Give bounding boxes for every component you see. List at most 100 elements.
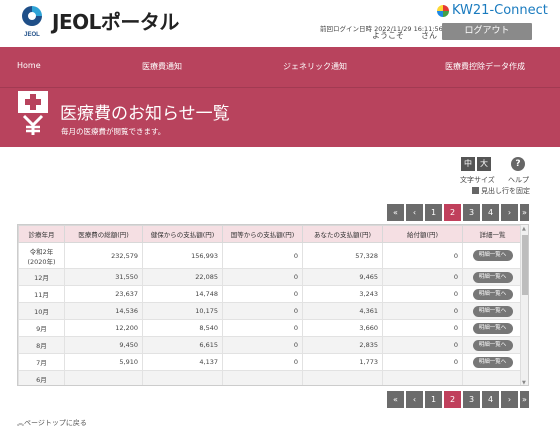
cell-kuni: 0 xyxy=(222,302,303,320)
cell-anata: 57,328 xyxy=(302,242,383,269)
cell-kenpo: 156,993 xyxy=(142,242,223,269)
page-title: 医療費のお知らせ一覧 xyxy=(60,104,230,124)
cell-kyufu: 0 xyxy=(382,319,463,337)
welcome-suffix: さん xyxy=(421,31,437,40)
col-header-kyufu: 給付額(円) xyxy=(382,225,463,243)
detail-list-button[interactable]: 明細一覧へ xyxy=(472,356,513,368)
table-header-row: 診療年月 医療費の総額(円) 健保からの支払額(円) 国等からの支払額(円) あ… xyxy=(18,225,523,243)
page-1-button[interactable]: 1 xyxy=(425,204,442,221)
kw21-connect-link[interactable]: KW21-Connect xyxy=(452,3,548,18)
cell-total: 232,579 xyxy=(64,242,143,269)
detail-list-button[interactable]: 明細一覧へ xyxy=(472,250,513,261)
page-4-button[interactable]: 4 xyxy=(482,204,499,221)
cell-anata: 3,660 xyxy=(302,319,383,337)
jeol-logo-icon: JEOL xyxy=(22,6,42,38)
cell-kenpo: 4,137 xyxy=(142,353,223,371)
cell-kenpo: 14,748 xyxy=(142,285,223,303)
page-2-button[interactable]: 2 xyxy=(444,204,461,221)
cell-anata: 4,361 xyxy=(302,302,383,320)
col-header-anata: あなたの支払額(円) xyxy=(302,225,383,243)
col-header-total: 医療費の総額(円) xyxy=(64,225,143,243)
font-size-label: 文字サイズ xyxy=(460,176,495,184)
page-1-button[interactable]: 1 xyxy=(425,391,442,408)
cell-kuni: 0 xyxy=(222,242,303,269)
page-first-button[interactable]: « xyxy=(387,391,404,408)
cell-total: 9,450 xyxy=(64,336,143,354)
cell-month: 7月 xyxy=(18,353,65,371)
cell-detail: 明細一覧へ xyxy=(462,242,523,269)
help-icon[interactable]: ? xyxy=(511,157,525,171)
medical-fee-table[interactable]: 診療年月 医療費の総額(円) 健保からの支払額(円) 国等からの支払額(円) あ… xyxy=(17,224,529,386)
main-nav: Home 医療費通知 ジェネリック通知 医療費控除データ作成 xyxy=(0,47,560,87)
font-size-large-button[interactable]: 大 xyxy=(477,157,491,171)
cell-month: 11月 xyxy=(18,285,65,303)
detail-list-button[interactable]: 明細一覧へ xyxy=(472,339,513,351)
svg-text:JEOL: JEOL xyxy=(24,32,40,38)
scroll-thumb[interactable] xyxy=(522,235,528,295)
page-subtitle: 毎月の医療費が閲覧できます。 xyxy=(61,127,166,136)
nav-item-deduction-data[interactable]: 医療費控除データ作成 xyxy=(445,61,525,72)
cell-anata xyxy=(302,370,383,385)
page-next-button[interactable]: › xyxy=(501,204,518,221)
table-row: 11月 23,637 14,748 0 3,243 0 明細一覧へ xyxy=(18,285,523,303)
cell-detail: 明細一覧へ xyxy=(462,319,523,337)
font-size-medium-button[interactable]: 中 xyxy=(461,157,475,171)
cell-kenpo: 22,085 xyxy=(142,268,223,286)
table-row: 10月 14,536 10,175 0 4,361 0 明細一覧へ xyxy=(18,302,523,320)
logout-button[interactable]: ログアウト xyxy=(442,23,532,40)
cell-kyufu: 0 xyxy=(382,285,463,303)
cell-kyufu: 0 xyxy=(382,336,463,354)
cell-detail: 明細一覧へ xyxy=(462,302,523,320)
cell-kuni: 0 xyxy=(222,353,303,371)
nav-item-home[interactable]: Home xyxy=(17,61,41,70)
cell-kenpo xyxy=(142,370,223,385)
col-header-month: 診療年月 xyxy=(18,225,65,243)
header: JEOL JEOLポータル KW21-Connect 前回ログイン日時 2022… xyxy=(0,0,560,44)
welcome-text: ようこそ xyxy=(372,31,404,40)
cell-anata: 9,465 xyxy=(302,268,383,286)
nav-item-generic-notice[interactable]: ジェネリック通知 xyxy=(283,61,347,72)
page-3-button[interactable]: 3 xyxy=(463,204,480,221)
page-4-button[interactable]: 4 xyxy=(482,391,499,408)
page-prev-button[interactable]: ‹ xyxy=(406,391,423,408)
medical-yen-icon xyxy=(18,91,48,135)
cell-total: 12,200 xyxy=(64,319,143,337)
cell-anata: 2,835 xyxy=(302,336,383,354)
help-label[interactable]: ヘルプ xyxy=(508,175,529,185)
cell-total: 23,637 xyxy=(64,285,143,303)
cell-kenpo: 6,615 xyxy=(142,336,223,354)
cell-month: 12月 xyxy=(18,268,65,286)
cell-kuni: 0 xyxy=(222,285,303,303)
cell-month: 10月 xyxy=(18,302,65,320)
cell-total xyxy=(64,370,143,385)
cell-anata: 3,243 xyxy=(302,285,383,303)
fix-header-label[interactable]: 見出し行を固定 xyxy=(481,186,530,196)
page-next-button[interactable]: › xyxy=(501,391,518,408)
cell-kyufu: 0 xyxy=(382,353,463,371)
page-3-button[interactable]: 3 xyxy=(463,391,480,408)
page-last-button[interactable]: » xyxy=(520,204,529,221)
fix-header-checkbox[interactable] xyxy=(472,187,479,194)
pagination-top: « ‹ 1 2 3 4 › » xyxy=(387,204,529,221)
cell-kuni: 0 xyxy=(222,319,303,337)
cell-detail: 明細一覧へ xyxy=(462,336,523,354)
nav-item-medical-notice[interactable]: 医療費通知 xyxy=(142,61,182,72)
portal-title: JEOLポータル xyxy=(52,10,179,34)
pagination-bottom: « ‹ 1 2 3 4 › » xyxy=(387,391,529,408)
detail-list-button[interactable]: 明細一覧へ xyxy=(472,271,513,283)
page-2-button[interactable]: 2 xyxy=(444,391,461,408)
cell-kuni xyxy=(222,370,303,385)
cell-detail: 明細一覧へ xyxy=(462,285,523,303)
table-scrollbar[interactable]: ▲ ▼ xyxy=(520,225,528,385)
scroll-up-icon[interactable]: ▲ xyxy=(522,226,526,232)
cell-kenpo: 8,540 xyxy=(142,319,223,337)
table-row: 令和2年 (2020年) 232,579 156,993 0 57,328 0 明細一覧へ xyxy=(18,242,523,269)
detail-list-button[interactable]: 明細一覧へ xyxy=(472,322,513,334)
detail-list-button[interactable]: 明細一覧へ xyxy=(472,288,513,300)
cell-kenpo: 10,175 xyxy=(142,302,223,320)
page-prev-button[interactable]: ‹ xyxy=(406,204,423,221)
detail-list-button[interactable]: 明細一覧へ xyxy=(472,305,513,317)
page-last-button[interactable]: » xyxy=(520,391,529,408)
page-top-link[interactable]: ︽ページトップに戻る xyxy=(17,418,87,428)
page-first-button[interactable]: « xyxy=(387,204,404,221)
